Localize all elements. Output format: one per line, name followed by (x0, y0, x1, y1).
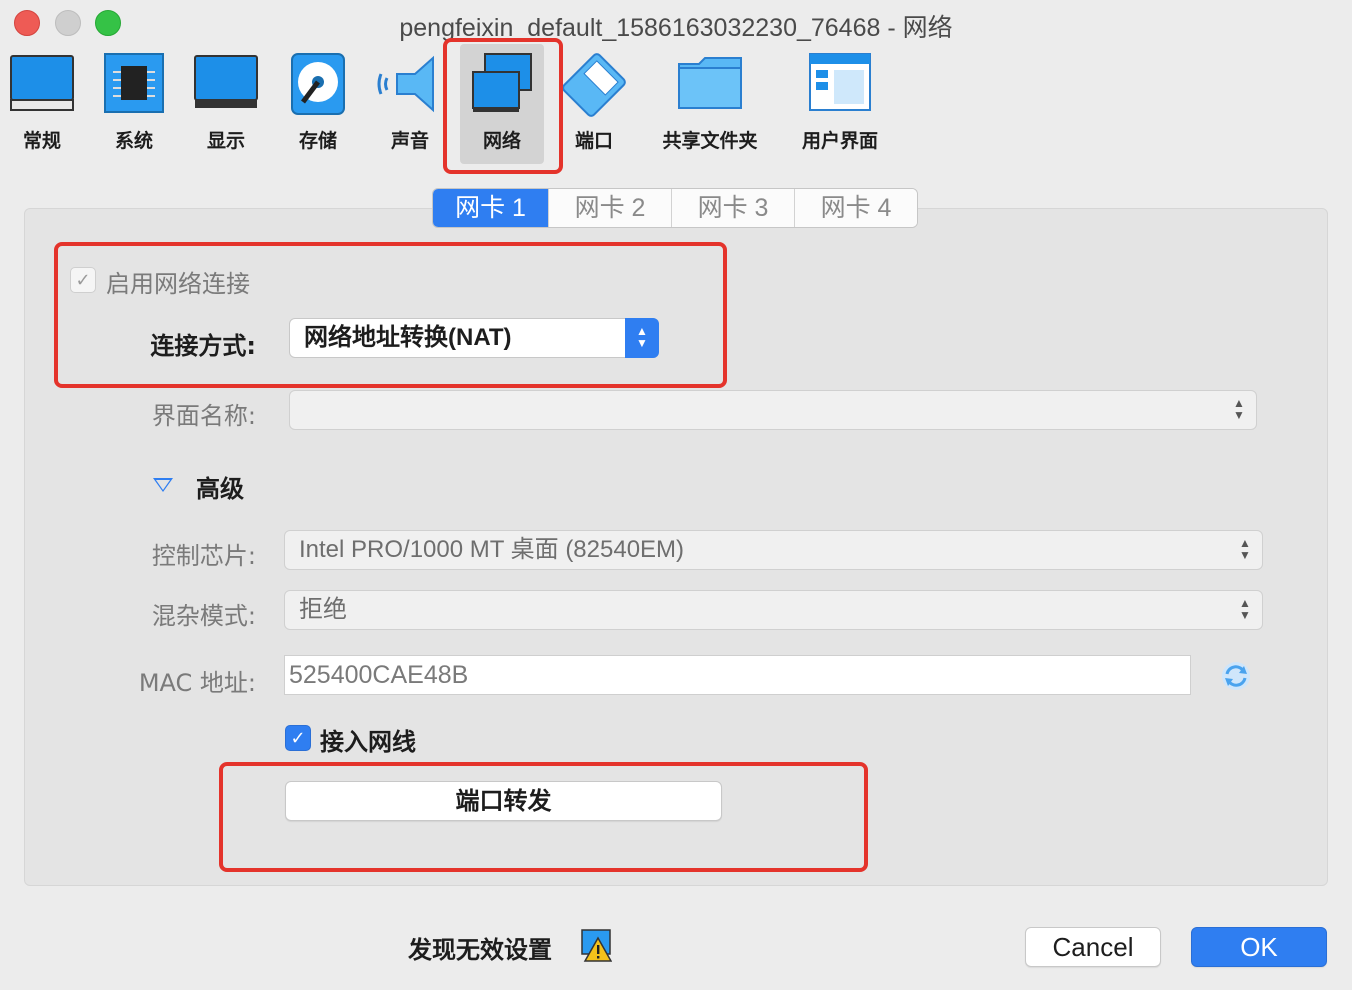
tab-adapter-4[interactable]: 网卡 4 (794, 189, 917, 227)
invalid-settings-label: 发现无效设置 (408, 936, 552, 964)
general-monitor-icon (10, 55, 74, 111)
promiscuous-mode-label: 混杂模式: (151, 602, 256, 630)
interface-name-select[interactable]: ▲ ▼ (289, 390, 1257, 430)
tab-adapter-3[interactable]: 网卡 3 (671, 189, 794, 227)
disk-icon (291, 53, 345, 115)
folder-icon (678, 57, 742, 109)
adapter-tabs: 网卡 1 网卡 2 网卡 3 网卡 4 (432, 188, 918, 228)
interface-name-label: 界面名称: (151, 402, 256, 430)
cable-connected-label: 接入网线 (320, 728, 416, 756)
ok-button[interactable]: OK (1191, 927, 1327, 967)
toolbar-label: 用户界面 (801, 130, 878, 152)
select-arrows-icon: ▲ ▼ (1239, 596, 1251, 622)
toolbar-label: 声音 (390, 130, 429, 152)
toolbar-system[interactable]: 系统 (92, 44, 176, 164)
toolbar-label: 存储 (298, 130, 337, 152)
refresh-mac-icon[interactable] (1220, 660, 1252, 692)
checkmark-icon: ✓ (290, 727, 306, 749)
toolbar-storage[interactable]: 存储 (276, 44, 360, 164)
title-bar: pengfeixin_default_1586163032230_76468 -… (0, 0, 1352, 44)
advanced-label[interactable]: 高级 (196, 469, 244, 504)
toolbar-shared-folders[interactable]: 共享文件夹 (652, 44, 768, 164)
toolbar-user-interface[interactable]: 用户界面 (792, 44, 888, 164)
serial-port-icon (562, 53, 626, 117)
tab-adapter-2[interactable]: 网卡 2 (548, 189, 671, 227)
toolbar-audio[interactable]: 声音 (368, 44, 452, 164)
chip-icon (104, 53, 164, 113)
warning-icon[interactable] (580, 928, 612, 962)
select-arrows-icon: ▲ ▼ (1239, 536, 1251, 562)
mac-address-label: MAC 地址: (138, 669, 256, 697)
cable-connected-checkbox[interactable]: ✓ (285, 725, 311, 751)
cancel-button[interactable]: Cancel (1025, 927, 1161, 967)
promiscuous-mode-select[interactable]: 拒绝 ▲ ▼ (284, 590, 1263, 630)
mac-address-input[interactable]: 525400CAE48B (284, 655, 1191, 695)
highlight-network-toolbar (443, 38, 563, 174)
user-interface-icon (809, 53, 871, 111)
toolbar-label: 显示 (206, 130, 245, 152)
promiscuous-mode-value: 拒绝 (299, 596, 347, 623)
chipset-value: Intel PRO/1000 MT 桌面 (82540EM) (299, 536, 685, 563)
toolbar-label: 常规 (22, 130, 61, 152)
select-arrows-icon: ▲ ▼ (1233, 396, 1245, 422)
tab-adapter-1[interactable]: 网卡 1 (433, 189, 548, 227)
chipset-label: 控制芯片: (151, 542, 256, 570)
toolbar-general[interactable]: 常规 (0, 44, 84, 164)
highlight-port-forwarding (219, 762, 868, 872)
toolbar-label: 共享文件夹 (662, 130, 758, 152)
window-title: pengfeixin_default_1586163032230_76468 -… (399, 14, 953, 42)
toolbar-display[interactable]: 显示 (184, 44, 268, 164)
toolbar-serial-ports[interactable]: 端口 (552, 44, 636, 164)
chipset-select[interactable]: Intel PRO/1000 MT 桌面 (82540EM) ▲ ▼ (284, 530, 1263, 570)
toolbar-label: 端口 (574, 130, 613, 152)
speaker-icon (377, 55, 434, 113)
highlight-attachment (54, 242, 727, 388)
toolbar-label: 系统 (114, 130, 153, 152)
display-icon (194, 55, 258, 108)
disclosure-triangle-icon[interactable] (153, 478, 173, 492)
